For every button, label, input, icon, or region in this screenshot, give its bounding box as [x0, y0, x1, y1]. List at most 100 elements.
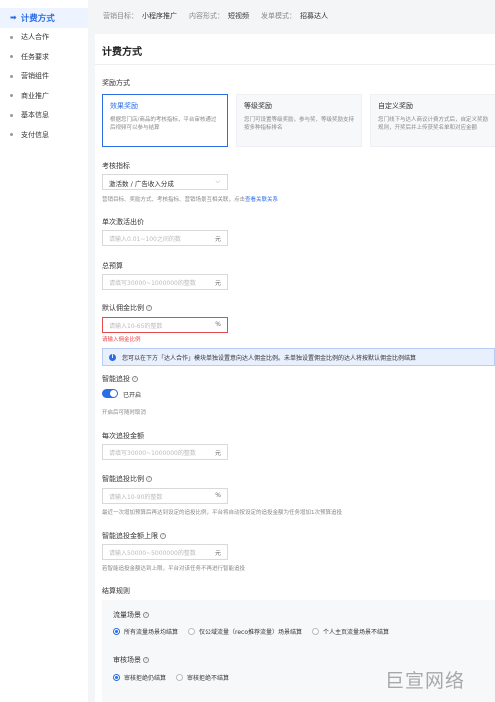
placeholder: 请输入10-65的整数 — [109, 323, 163, 330]
sidebar-item-components[interactable]: 营销组件 — [0, 67, 88, 87]
traffic-label-text: 流量场景 — [113, 611, 141, 619]
metric-select[interactable]: 激活数 / 广告收入分成 ⌵ — [102, 174, 228, 190]
commission-label: 默认佣金比例? — [102, 303, 152, 313]
goal-key: 营销目标： — [103, 12, 138, 20]
reward-card-level[interactable]: 等级奖励 您门可设置等级奖励，参与奖、等级奖励支持按多种指标排名 — [236, 94, 362, 147]
review-option-settle[interactable]: 审核拒绝仍结算 — [113, 673, 166, 682]
sidebar-item-task[interactable]: 任务要求 — [0, 47, 88, 67]
boost-ratio-input[interactable]: 请输入10-90的整数 % — [102, 488, 228, 504]
smart-boost-toggle[interactable] — [102, 389, 118, 398]
option-label: 审核拒绝不结算 — [187, 675, 230, 682]
smart-boost-hint: 开启后可随时取消 — [102, 410, 147, 416]
sidebar-item-promotion[interactable]: 商业推广 — [0, 86, 88, 106]
info-alert: i 您可以在下方「达人合作」模块单独设置意向达人佣金比例。未单独设置佣金比例的达… — [102, 348, 495, 366]
question-icon[interactable]: ? — [143, 612, 149, 618]
option-label: 审核拒绝仍结算 — [124, 675, 167, 682]
option-label: 个人主页流量场景不结算 — [323, 629, 390, 636]
question-icon[interactable]: ? — [160, 533, 166, 539]
metric-hint-text: 营销目标、奖励方式、考核指标、营销场景互相关联，点击 — [102, 197, 246, 203]
card-title: 效果奖励 — [110, 102, 138, 110]
traffic-option-profile[interactable]: 个人主页流量场景不结算 — [312, 627, 389, 636]
budget-input[interactable]: 请填写30000~1000000的整数 元 — [102, 274, 228, 290]
unit-price-label: 单次激活出价 — [102, 218, 144, 226]
sidebar-item-billing[interactable]: ➡ 计费方式 — [0, 8, 88, 28]
boost-cap-label-text: 智能追投金额上限 — [102, 532, 158, 540]
sidebar: ➡ 计费方式 达人合作 任务要求 营销组件 商业推广 基本信息 支付信息 — [0, 0, 88, 702]
placeholder: 请输入10-90的整数 — [109, 494, 163, 501]
option-label: 仅公域流量（reco推荐流量）场景结算 — [199, 629, 303, 636]
review-radio-group: 审核拒绝仍结算 审核拒绝不结算 — [113, 673, 239, 682]
boost-ratio-label: 智能追投比例? — [102, 474, 152, 484]
toggle-knob — [110, 390, 117, 397]
sidebar-item-label: 基本信息 — [21, 111, 49, 120]
sidebar-item-talent[interactable]: 达人合作 — [0, 28, 88, 48]
form-key: 内容形式： — [189, 12, 224, 20]
unit: 元 — [214, 550, 221, 557]
unit: 元 — [214, 280, 221, 287]
unit: % — [215, 492, 221, 499]
bullet-icon — [10, 113, 13, 117]
reward-card-custom[interactable]: 自定义奖励 您门线下与达人商议计费方式后，自定义奖励规则，开奖后并上传获奖名单和… — [370, 94, 495, 147]
radio-icon — [113, 674, 120, 681]
billing-panel: 计费方式 奖励方式 效果奖励 根据您门店/商品的考核指标，平台审核通过后视频可以… — [95, 34, 495, 702]
placeholder: 请填写30000~1000000的整数 — [109, 450, 196, 457]
boost-cap-label: 智能追投金额上限? — [102, 531, 166, 541]
sidebar-item-payment[interactable]: 支付信息 — [0, 125, 88, 145]
traffic-radio-group: 所有流量场景均结算 仅公域流量（reco推荐流量）场景结算 个人主页流量场景不结… — [113, 627, 399, 636]
card-desc: 根据您门店/商品的考核指标，平台审核通过后视频可以参与结算 — [110, 117, 217, 131]
sidebar-item-label: 任务要求 — [21, 52, 49, 61]
sidebar-item-label: 支付信息 — [21, 130, 49, 139]
metric-value: 激活数 / 广告收入分成 — [109, 180, 174, 188]
bullet-icon — [10, 94, 13, 98]
card-desc: 您门线下与达人商议计费方式后，自定义奖励规则，开奖后并上传获奖名单和对应金额 — [378, 117, 489, 131]
commission-label-text: 默认佣金比例 — [102, 304, 144, 312]
reward-card-effect[interactable]: 效果奖励 根据您门店/商品的考核指标，平台审核通过后视频可以参与结算 — [102, 94, 228, 147]
question-icon[interactable]: ? — [143, 657, 149, 663]
question-icon[interactable]: ? — [146, 305, 152, 311]
radio-icon — [113, 628, 120, 635]
goal-value: 小程序推广 — [142, 12, 177, 20]
sidebar-item-basic[interactable]: 基本信息 — [0, 106, 88, 126]
summary-bar: 营销目标： 小程序推广 内容形式： 短视频 发单模式： 招募达人 — [88, 0, 495, 32]
metric-hint: 营销目标、奖励方式、考核指标、营销场景互相关联，点击查看关联关系 — [102, 195, 278, 203]
watermark: 巨宣网络 — [385, 670, 466, 692]
review-option-nosettle[interactable]: 审核拒绝不结算 — [176, 673, 229, 682]
radio-icon — [188, 628, 196, 635]
placeholder: 请输入50000~5000000的整数 — [109, 550, 196, 557]
budget-label: 总预算 — [102, 262, 123, 270]
chevron-down-icon: ⌵ — [215, 178, 220, 185]
placeholder: 请填写30000~1000000的整数 — [109, 280, 196, 287]
question-icon[interactable]: ? — [146, 476, 152, 482]
per-boost-label: 每次追投金额 — [102, 432, 144, 440]
reward-label: 奖励方式 — [102, 79, 130, 87]
radio-icon — [312, 628, 320, 635]
form-value: 短视频 — [228, 12, 249, 20]
boost-cap-input[interactable]: 请输入50000~5000000的整数 元 — [102, 544, 228, 560]
mode-value: 招募达人 — [300, 12, 328, 20]
sidebar-item-label: 达人合作 — [21, 33, 49, 42]
review-label-text: 审核场景 — [113, 656, 141, 664]
boost-ratio-label-text: 智能追投比例 — [102, 475, 144, 483]
placeholder: 请输入0.01~100之间的数 — [109, 236, 181, 243]
page-title: 计费方式 — [102, 47, 142, 58]
info-icon: i — [109, 353, 116, 361]
unit-price-input[interactable]: 请输入0.01~100之间的数 元 — [102, 230, 228, 246]
divider — [95, 64, 495, 65]
relation-link[interactable]: 查看关联关系 — [245, 197, 278, 203]
sidebar-item-label: 商业推广 — [21, 91, 49, 100]
smart-boost-label-text: 智能追投 — [102, 375, 130, 383]
smart-boost-label: 智能追投? — [102, 374, 138, 384]
review-label: 审核场景? — [113, 655, 149, 665]
question-icon[interactable]: ? — [132, 376, 138, 382]
traffic-option-all[interactable]: 所有流量场景均结算 — [113, 627, 178, 636]
per-boost-input[interactable]: 请填写30000~1000000的整数 元 — [102, 444, 228, 460]
radio-icon — [176, 674, 184, 681]
commission-input[interactable]: 请输入10-65的整数 % — [102, 317, 228, 333]
traffic-option-public[interactable]: 仅公域流量（reco推荐流量）场景结算 — [188, 627, 302, 636]
card-title: 等级奖励 — [244, 102, 272, 110]
boost-ratio-hint: 最近一次增加预算后再达到设定的追投比例，平台将自动按设定的追投金额为任务增加1次… — [102, 510, 343, 516]
settle-label: 结算规则 — [102, 587, 130, 595]
card-title: 自定义奖励 — [378, 102, 413, 110]
bullet-icon — [10, 55, 13, 59]
arrow-right-icon: ➡ — [10, 13, 17, 23]
